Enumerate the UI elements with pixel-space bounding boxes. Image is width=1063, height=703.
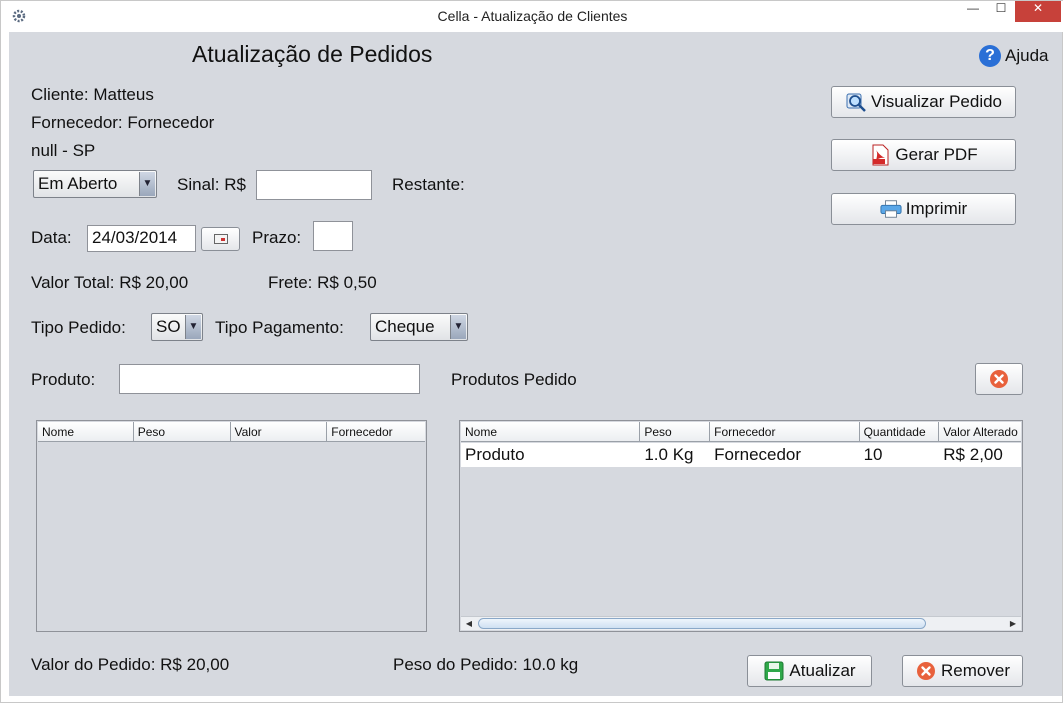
sinal-input[interactable] <box>256 170 372 200</box>
date-field[interactable]: 24/03/2014 <box>87 225 196 252</box>
column-header[interactable]: Peso <box>640 422 711 441</box>
view-order-button[interactable]: Visualizar Pedido <box>831 86 1016 118</box>
printer-icon <box>880 198 902 220</box>
maximize-button[interactable]: ☐ <box>987 1 1015 23</box>
table-cell: 1.0 Kg <box>644 445 694 464</box>
order-type-label: Tipo Pedido: <box>31 318 126 337</box>
chevron-down-icon: ▼ <box>450 315 466 339</box>
remove-button[interactable]: Remover <box>902 655 1023 687</box>
location-label: null - SP <box>31 141 96 160</box>
generate-pdf-button[interactable]: Gerar PDF <box>831 139 1016 171</box>
table-row[interactable]: Produto 1.0 Kg Fornecedor 10 R$ 2,00 <box>461 443 1021 467</box>
close-button[interactable]: ✕ <box>1015 1 1061 22</box>
pdf-icon <box>869 144 891 166</box>
sinal-label: Sinal: R$ <box>177 175 246 194</box>
generate-pdf-label: Gerar PDF <box>895 145 978 164</box>
form-panel: Atualização de Pedidos ? Ajuda Cliente: … <box>9 32 1062 696</box>
payment-type-select[interactable]: Cheque ▼ <box>370 313 468 341</box>
column-header[interactable]: Fornecedor <box>327 422 425 441</box>
table-cell: R$ 2,00 <box>943 445 1003 464</box>
window-title: Cella - Atualização de Clientes <box>437 8 628 24</box>
freight-label: Frete: R$ 0,50 <box>268 273 377 292</box>
column-header[interactable]: Fornecedor <box>710 422 860 441</box>
scroll-right-icon[interactable]: ▶ <box>1006 618 1020 630</box>
update-label: Atualizar <box>789 661 856 680</box>
remove-circle-icon <box>988 368 1010 390</box>
column-header[interactable]: Valor <box>231 422 328 441</box>
chevron-down-icon: ▼ <box>185 315 201 339</box>
order-products-table[interactable]: Nome Peso Fornecedor Quantidade Valor Al… <box>459 420 1023 632</box>
product-label: Produto: <box>31 370 96 389</box>
help-icon: ? <box>979 45 1001 67</box>
page-title: Atualização de Pedidos <box>192 41 433 67</box>
app-window: Cella - Atualização de Clientes — ☐ ✕ At… <box>0 0 1063 703</box>
date-picker-button[interactable] <box>201 227 240 251</box>
prazo-label: Prazo: <box>252 228 302 247</box>
payment-type-label: Tipo Pagamento: <box>215 318 344 337</box>
table-cell: 10 <box>863 445 883 464</box>
table-header: Nome Peso Valor Fornecedor <box>38 422 425 442</box>
table-cell: Produto <box>465 445 525 464</box>
table-header: Nome Peso Fornecedor Quantidade Valor Al… <box>461 422 1021 442</box>
data-label: Data: <box>31 228 72 247</box>
print-button[interactable]: Imprimir <box>831 193 1016 225</box>
column-header[interactable]: Nome <box>38 422 134 441</box>
status-select-value: Em Aberto <box>38 174 118 193</box>
payment-type-value: Cheque <box>375 317 435 336</box>
scrollbar-thumb[interactable] <box>478 618 926 629</box>
total-value-label: Valor Total: R$ 20,00 <box>31 273 189 292</box>
horizontal-scrollbar[interactable]: ◀ ▶ <box>461 616 1021 630</box>
print-label: Imprimir <box>905 199 968 218</box>
product-search-input[interactable] <box>119 364 420 394</box>
save-icon <box>763 660 785 682</box>
status-select[interactable]: Em Aberto ▼ <box>33 170 157 198</box>
order-type-select[interactable]: SO ▼ <box>151 313 203 341</box>
scroll-left-icon[interactable]: ◀ <box>462 618 476 630</box>
prazo-input[interactable] <box>313 221 353 251</box>
available-products-table[interactable]: Nome Peso Valor Fornecedor <box>36 420 427 632</box>
supplier-label: Fornecedor: Fornecedor <box>31 113 215 132</box>
magnifier-icon <box>845 91 867 113</box>
view-order-label: Visualizar Pedido <box>870 92 1003 111</box>
column-header[interactable]: Valor Alterado <box>939 422 1021 441</box>
calendar-icon <box>213 234 228 244</box>
remove-circle-icon <box>915 660 937 682</box>
order-weight-label: Peso do Pedido: 10.0 kg <box>393 655 579 674</box>
order-products-label: Produtos Pedido <box>451 370 577 389</box>
column-header[interactable]: Peso <box>134 422 231 441</box>
client-label: Cliente: Matteus <box>31 85 154 104</box>
table-cell: Fornecedor <box>714 445 802 464</box>
order-type-value: SO <box>156 317 181 336</box>
restante-label: Restante: <box>392 175 465 194</box>
column-header[interactable]: Nome <box>461 422 641 441</box>
remove-product-button[interactable] <box>975 363 1023 395</box>
chevron-down-icon: ▼ <box>139 172 155 196</box>
title-bar: Cella - Atualização de Clientes — ☐ ✕ <box>1 1 1063 32</box>
minimize-button[interactable]: — <box>959 1 987 23</box>
update-button[interactable]: Atualizar <box>747 655 872 687</box>
help-link[interactable]: ? Ajuda <box>979 44 1048 68</box>
help-label: Ajuda <box>1005 46 1049 65</box>
column-header[interactable]: Quantidade <box>860 422 940 441</box>
order-value-label: Valor do Pedido: R$ 20,00 <box>31 655 230 674</box>
remove-label: Remover <box>941 661 1010 680</box>
